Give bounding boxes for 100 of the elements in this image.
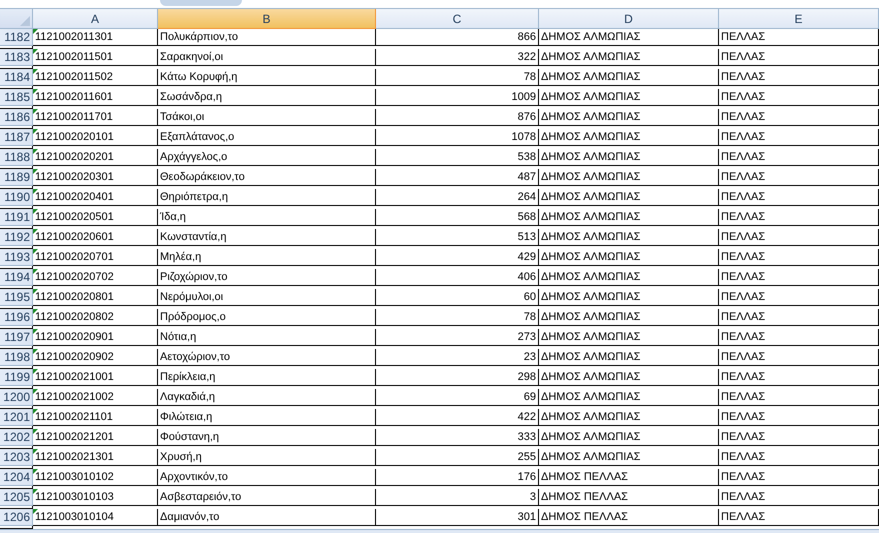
table-cell: ΠΕΛΛΑΣ bbox=[719, 249, 879, 266]
table-cell: ΔΗΜΟΣ ΑΛΜΩΠΙΑΣ bbox=[539, 289, 719, 306]
table-cell: 1121002020401 bbox=[33, 189, 158, 206]
column-header[interactable]: A bbox=[33, 9, 158, 29]
table-cell: ΔΗΜΟΣ ΑΛΜΩΠΙΑΣ bbox=[539, 189, 719, 206]
table-cell: 1121002020501 bbox=[33, 209, 158, 226]
table-cell: ΔΗΜΟΣ ΑΛΜΩΠΙΑΣ bbox=[539, 329, 719, 346]
row-header[interactable]: 1204 bbox=[0, 469, 33, 486]
row-header[interactable]: 1190 bbox=[0, 189, 33, 206]
table-cell: Θηριόπετρα,η bbox=[158, 189, 376, 206]
table-cell: 176 bbox=[376, 469, 539, 486]
row-header[interactable]: 1188 bbox=[0, 149, 33, 166]
table-cell: Αρχοντικόν,το bbox=[158, 469, 376, 486]
table-cell: ΠΕΛΛΑΣ bbox=[719, 189, 879, 206]
table-cell: ΔΗΜΟΣ ΑΛΜΩΠΙΑΣ bbox=[539, 29, 719, 46]
row-header[interactable]: 1198 bbox=[0, 349, 33, 366]
table-cell: 69 bbox=[376, 389, 539, 406]
row-header[interactable]: 1200 bbox=[0, 389, 33, 406]
table-cell: ΔΗΜΟΣ ΑΛΜΩΠΙΑΣ bbox=[539, 389, 719, 406]
column-header[interactable]: D bbox=[539, 9, 719, 29]
table-cell: ΠΕΛΛΑΣ bbox=[719, 269, 879, 286]
table-cell: ΠΕΛΛΑΣ bbox=[719, 509, 879, 526]
row-header[interactable]: 1189 bbox=[0, 169, 33, 186]
table-cell: ΔΗΜΟΣ ΠΕΛΛΑΣ bbox=[539, 489, 719, 506]
table-cell: ΠΕΛΛΑΣ bbox=[719, 149, 879, 166]
table-cell: 60 bbox=[376, 289, 539, 306]
table-cell: 1009 bbox=[376, 89, 539, 106]
table-cell: ΠΕΛΛΑΣ bbox=[719, 349, 879, 366]
table-cell: ΠΕΛΛΑΣ bbox=[719, 89, 879, 106]
table-cell: ΔΗΜΟΣ ΑΛΜΩΠΙΑΣ bbox=[539, 209, 719, 226]
table-cell: Πολυκάρπιον,το bbox=[158, 29, 376, 46]
table-cell: 255 bbox=[376, 449, 539, 466]
table-cell: 1121002011502 bbox=[33, 69, 158, 86]
table-cell: ΔΗΜΟΣ ΑΛΜΩΠΙΑΣ bbox=[539, 49, 719, 66]
table-cell: 1121002020902 bbox=[33, 349, 158, 366]
row-header[interactable]: 1201 bbox=[0, 409, 33, 426]
table-cell: 1121003010104 bbox=[33, 509, 158, 526]
table-cell: Κάτω Κορυφή,η bbox=[158, 69, 376, 86]
row-header[interactable]: 1197 bbox=[0, 329, 33, 346]
table-cell: ΔΗΜΟΣ ΑΛΜΩΠΙΑΣ bbox=[539, 229, 719, 246]
table-cell: ΔΗΜΟΣ ΑΛΜΩΠΙΑΣ bbox=[539, 369, 719, 386]
row-header[interactable]: 1191 bbox=[0, 209, 33, 226]
table-cell: Σωσάνδρα,η bbox=[158, 89, 376, 106]
table-cell: 1121002020601 bbox=[33, 229, 158, 246]
row-header[interactable]: 1183 bbox=[0, 49, 33, 66]
table-cell: Μηλέα,η bbox=[158, 249, 376, 266]
row-header[interactable]: 1185 bbox=[0, 89, 33, 106]
row-header[interactable]: 1182 bbox=[0, 29, 33, 46]
triangle-icon bbox=[20, 16, 30, 26]
table-cell: 1078 bbox=[376, 129, 539, 146]
row-header[interactable]: 1192 bbox=[0, 229, 33, 246]
table-cell: Φιλώτεια,η bbox=[158, 409, 376, 426]
table-cell: ΔΗΜΟΣ ΑΛΜΩΠΙΑΣ bbox=[539, 449, 719, 466]
table-cell: 23 bbox=[376, 349, 539, 366]
table-cell: 1121002021301 bbox=[33, 449, 158, 466]
table-cell: 876 bbox=[376, 109, 539, 126]
column-header[interactable]: B bbox=[158, 9, 376, 29]
select-all-button[interactable] bbox=[0, 9, 33, 29]
table-cell: 1121002020801 bbox=[33, 289, 158, 306]
table-cell: ΠΕΛΛΑΣ bbox=[719, 369, 879, 386]
row-header[interactable]: 1187 bbox=[0, 129, 33, 146]
table-cell: Ριζοχώριον,το bbox=[158, 269, 376, 286]
table-cell: Νερόμυλοι,οι bbox=[158, 289, 376, 306]
row-header[interactable]: 1194 bbox=[0, 269, 33, 286]
table-cell: 568 bbox=[376, 209, 539, 226]
table-cell: Εξαπλάτανος,ο bbox=[158, 129, 376, 146]
table-cell: ΔΗΜΟΣ ΑΛΜΩΠΙΑΣ bbox=[539, 429, 719, 446]
table-cell: 273 bbox=[376, 329, 539, 346]
table-cell: ΠΕΛΛΑΣ bbox=[719, 449, 879, 466]
table-cell: Σαρακηνοί,οι bbox=[158, 49, 376, 66]
table-cell: ΔΗΜΟΣ ΑΛΜΩΠΙΑΣ bbox=[539, 109, 719, 126]
table-cell: ΠΕΛΛΑΣ bbox=[719, 429, 879, 446]
table-cell: 301 bbox=[376, 509, 539, 526]
table-cell: 1121002021201 bbox=[33, 429, 158, 446]
table-cell: 487 bbox=[376, 169, 539, 186]
column-header[interactable]: E bbox=[719, 9, 879, 29]
table-cell: 322 bbox=[376, 49, 539, 66]
row-header[interactable]: 1193 bbox=[0, 249, 33, 266]
row-header[interactable]: 1186 bbox=[0, 109, 33, 126]
row-header[interactable]: 1184 bbox=[0, 69, 33, 86]
table-cell: 78 bbox=[376, 309, 539, 326]
row-header[interactable]: 1205 bbox=[0, 489, 33, 506]
table-cell: 1121003010103 bbox=[33, 489, 158, 506]
table-cell: 538 bbox=[376, 149, 539, 166]
table-cell: Νότια,η bbox=[158, 329, 376, 346]
row-header[interactable]: 1206 bbox=[0, 509, 33, 526]
table-cell: 1121002020702 bbox=[33, 269, 158, 286]
table-cell: ΠΕΛΛΑΣ bbox=[719, 229, 879, 246]
table-cell: ΔΗΜΟΣ ΑΛΜΩΠΙΑΣ bbox=[539, 249, 719, 266]
table-cell: 1121002020901 bbox=[33, 329, 158, 346]
table-cell: ΠΕΛΛΑΣ bbox=[719, 209, 879, 226]
row-header[interactable]: 1195 bbox=[0, 289, 33, 306]
row-header[interactable]: 1196 bbox=[0, 309, 33, 326]
row-header[interactable]: 1202 bbox=[0, 429, 33, 446]
row-header[interactable]: 1199 bbox=[0, 369, 33, 386]
column-header[interactable]: C bbox=[376, 9, 539, 29]
row-header[interactable]: 1203 bbox=[0, 449, 33, 466]
table-cell: 866 bbox=[376, 29, 539, 46]
table-cell: ΔΗΜΟΣ ΑΛΜΩΠΙΑΣ bbox=[539, 169, 719, 186]
table-cell: ΔΗΜΟΣ ΑΛΜΩΠΙΑΣ bbox=[539, 69, 719, 86]
